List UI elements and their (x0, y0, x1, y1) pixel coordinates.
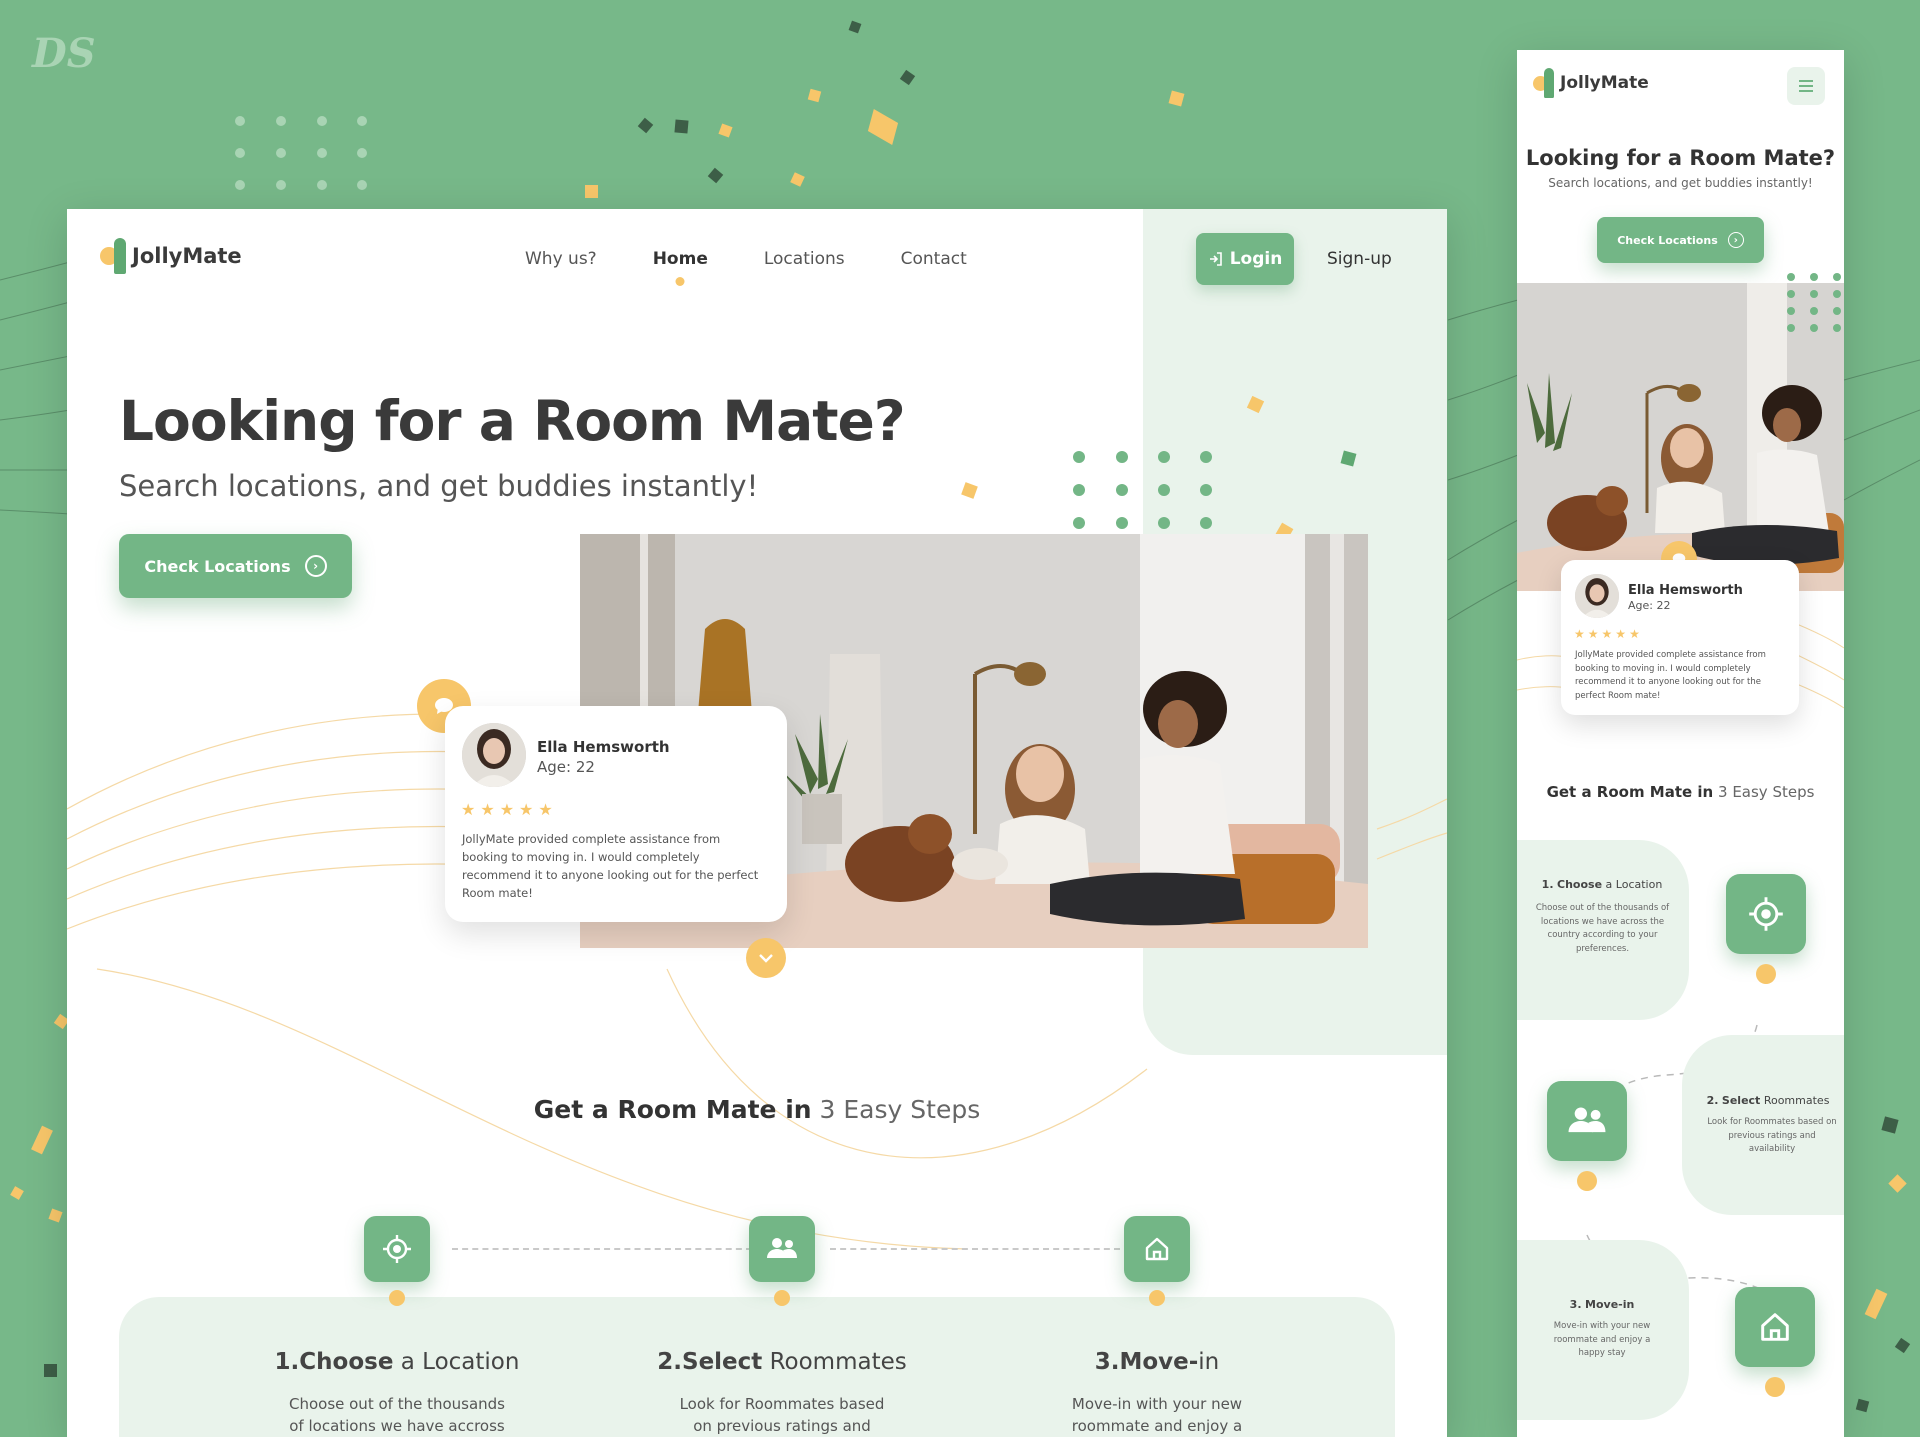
step-1-heading: 1.Choose a Location (274, 1349, 520, 1375)
mobile-reviewer-avatar (1575, 574, 1619, 618)
step-3-description: Move-in with your new roommate and enjoy … (1071, 1395, 1243, 1435)
brand-logo[interactable]: JollyMate (100, 238, 242, 274)
steps-title-bold: Get a Room Mate in (533, 1095, 812, 1124)
login-button[interactable]: Login (1196, 233, 1294, 285)
steps-section-title: Get a Room Mate in 3 Easy Steps (67, 1095, 1447, 1124)
logo-bar-icon (1544, 68, 1554, 98)
step-1-description: Choose out of the thousands of locations … (288, 1395, 505, 1435)
mobile-hero-title: Looking for a Room Mate? (1525, 146, 1836, 170)
star-icon: ★ (538, 800, 553, 819)
steps-title-light: 3 Easy Steps (819, 1095, 981, 1124)
review-text: JollyMate provided complete assistance f… (462, 832, 759, 900)
rating-stars: ★ ★ ★ ★ ★ (461, 800, 553, 819)
desktop-mockup: JollyMate Why us? Home Locations Contact… (67, 209, 1447, 1437)
step-3-heading: 3.Move-in (1094, 1349, 1220, 1375)
mobile-step-1-description: Choose out of the thousands of locations… (1535, 903, 1670, 954)
mobile-step-1-heading: 1. Choose a Location (1541, 878, 1663, 891)
star-icon: ★ (1587, 627, 1599, 641)
reviewer-age: Age: 22 (537, 758, 595, 776)
steps-connector (452, 1248, 752, 1250)
mobile-brand-name: JollyMate (1560, 73, 1649, 93)
login-icon (1209, 252, 1222, 266)
reviewer-avatar (462, 723, 526, 787)
mobile-target-icon (1726, 874, 1806, 954)
signup-button[interactable]: Sign-up (1327, 249, 1392, 269)
mobile-step-1-dot (1756, 964, 1776, 984)
mobile-rating-stars: ★ ★ ★ ★ ★ (1574, 627, 1640, 641)
star-icon: ★ (480, 800, 495, 819)
star-icon: ★ (461, 800, 476, 819)
nav-locations[interactable]: Locations (764, 249, 845, 269)
nav-contact[interactable]: Contact (901, 249, 967, 269)
steps-connector (830, 1248, 1120, 1250)
chevron-down-icon[interactable] (746, 938, 786, 978)
step-3-dot (1149, 1290, 1165, 1306)
logo-bar-icon (114, 238, 126, 274)
mobile-reviewer-age: Age: 22 (1628, 599, 1671, 612)
main-nav: Why us? Home Locations Contact (525, 249, 967, 269)
mobile-step-3-description: Move-in with your new roommate and enjoy… (1553, 1321, 1651, 1358)
mobile-step-2-heading: 2. Select Roommates (1706, 1094, 1830, 1107)
mobile-check-locations-label: Check Locations (1617, 233, 1718, 247)
nav-home[interactable]: Home (653, 249, 708, 269)
arrow-right-icon: › (1727, 232, 1744, 248)
mobile-steps-section-title: Get a Room Mate in 3 Easy Steps (1546, 783, 1815, 801)
brand-name: JollyMate (132, 244, 242, 268)
hero-title: Looking for a Room Mate? (119, 389, 906, 453)
step-2-heading: 2.Select Roommates (657, 1349, 907, 1375)
review-card: Ella Hemsworth Age: 22 ★ ★ ★ ★ ★ JollyMa… (445, 706, 787, 922)
check-locations-label: Check Locations (144, 556, 291, 576)
mobile-home-icon (1735, 1287, 1815, 1367)
mobile-users-icon (1547, 1081, 1627, 1161)
hero-subtitle: Search locations, and get buddies instan… (119, 469, 759, 503)
step-2-dot (774, 1290, 790, 1306)
arrow-right-icon: › (304, 555, 327, 577)
mobile-hero-subtitle: Search locations, and get buddies instan… (1548, 176, 1813, 190)
target-icon (364, 1216, 430, 1282)
star-icon: ★ (1574, 627, 1585, 641)
mobile-step-2-dot (1577, 1171, 1597, 1191)
star-icon: ★ (499, 800, 515, 819)
star-icon: ★ (1629, 627, 1640, 641)
star-icon: ★ (519, 800, 534, 819)
login-label: Login (1229, 249, 1283, 269)
mobile-brand-logo[interactable]: JollyMate (1533, 68, 1649, 98)
step-2-description: Look for Roommates based on previous rati… (679, 1395, 885, 1435)
step-1-dot (389, 1290, 405, 1306)
reviewer-name: Ella Hemsworth (537, 738, 670, 756)
mobile-step-3-heading: 3. Move-in (1569, 1298, 1635, 1311)
hamburger-menu-icon[interactable] (1787, 67, 1825, 105)
mobile-review-card: Ella Hemsworth Age: 22 ★ ★ ★ ★ ★ JollyMa… (1561, 560, 1799, 715)
star-icon: ★ (1601, 627, 1613, 641)
check-locations-button[interactable]: Check Locations › (119, 534, 352, 598)
users-icon (749, 1216, 815, 1282)
mobile-mockup: JollyMate Looking for a Room Mate? Searc… (1517, 50, 1844, 1437)
home-icon (1124, 1216, 1190, 1282)
mobile-review-text: JollyMate provided complete assistance f… (1575, 650, 1766, 701)
mobile-step-3-dot (1765, 1377, 1785, 1397)
star-icon: ★ (1615, 627, 1627, 641)
mobile-step-2-description: Look for Roommates based on previous rat… (1707, 1117, 1837, 1154)
nav-why-us[interactable]: Why us? (525, 249, 597, 269)
mobile-check-locations-button[interactable]: Check Locations › (1597, 217, 1764, 263)
mobile-reviewer-name: Ella Hemsworth (1628, 583, 1743, 598)
